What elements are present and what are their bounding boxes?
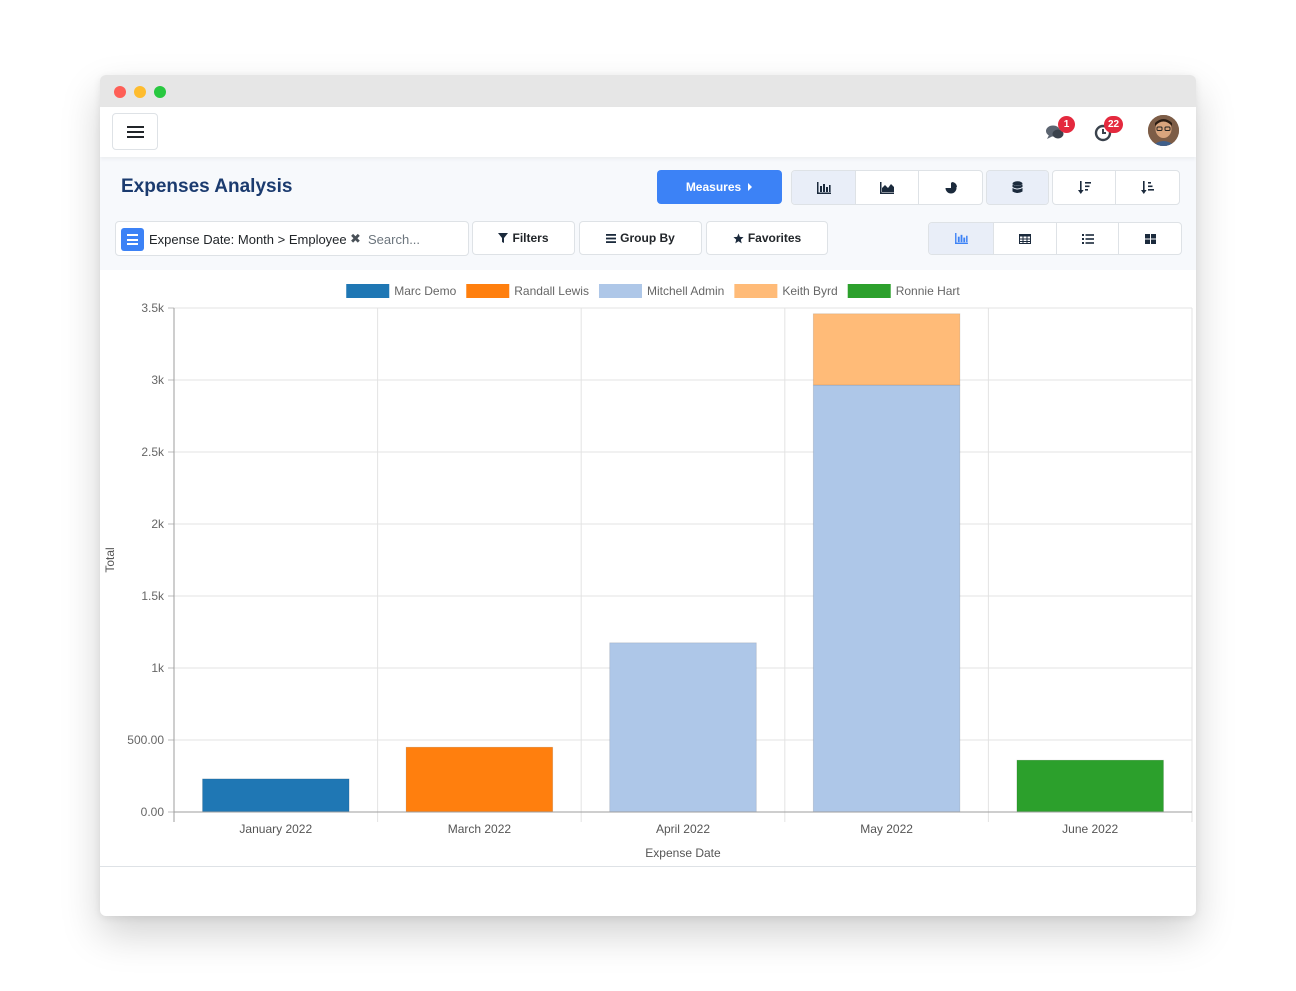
chart-legend: Marc Demo Randall Lewis Mitchell Admin Keit… [346, 284, 960, 298]
favorites-label: Favorites [747, 231, 802, 245]
hamburger-menu-button[interactable] [112, 113, 158, 150]
y-tick-label: 1.5k [141, 589, 165, 603]
search-bar: Expense Date: Month > Employee ✖ [115, 221, 469, 256]
y-tick-label: 0.00 [141, 805, 165, 819]
legend-swatch-mitchell-admin [598, 284, 642, 298]
kanban-view-button[interactable] [1119, 223, 1181, 254]
messages-badge: 1 [1058, 116, 1075, 133]
star-icon [733, 232, 744, 243]
group-by-button[interactable]: Group By [579, 221, 702, 255]
bar-april-2022-mitchell-admin [609, 642, 757, 813]
graph-view: 0.00 500.00 1k 1.5k 2k 2.5k 3k 3.5k January 2022… [100, 270, 1196, 866]
hamburger-icon-bar [127, 131, 144, 133]
control-panel: Expenses Analysis Measures Expense Date:… [100, 157, 1196, 270]
expenses-bar-chart: 0.00 500.00 1k 1.5k 2k 2.5k 3k 3.5k January 2022… [103, 284, 1193, 860]
stacked-button[interactable] [987, 171, 1048, 204]
x-axis-title: Expense Date [645, 846, 721, 860]
caret-right-icon [748, 183, 753, 191]
window-titlebar [100, 75, 1196, 107]
bar-chart-button[interactable] [792, 171, 856, 204]
sort-group [1052, 170, 1180, 205]
table-icon [1019, 233, 1031, 244]
y-tick-label: 500.00 [127, 733, 164, 747]
pie-chart-button[interactable] [919, 171, 982, 204]
hamburger-icon-bar [127, 136, 144, 138]
user-avatar-image [1148, 115, 1179, 146]
legend-label-randall-lewis: Randall Lewis [514, 284, 589, 298]
window-close-button[interactable] [114, 86, 126, 98]
group-by-label: Group By [620, 231, 675, 245]
legend-label-keith-byrd: Keith Byrd [782, 284, 837, 298]
activities-badge: 22 [1104, 116, 1124, 133]
filters-button[interactable]: Filters [472, 221, 575, 255]
bar-may-2022-mitchell-admin [812, 384, 961, 813]
filters-label: Filters [512, 231, 549, 245]
list-icon-line [127, 234, 138, 236]
user-avatar[interactable] [1148, 115, 1179, 146]
browser-window: 1 22 Expenses Analysis Measures Expense … [100, 75, 1196, 916]
x-tick-label: June 2022 [1062, 822, 1118, 836]
window-maximize-button[interactable] [154, 86, 166, 98]
pie-chart-icon [945, 181, 957, 193]
list-view-button[interactable] [1057, 223, 1119, 254]
x-tick-label: March 2022 [448, 822, 512, 836]
legend-swatch-ronnie-hart [847, 284, 891, 298]
bar-june-2022-ronnie-hart [1016, 759, 1164, 813]
bar-march-2022-randall-lewis [405, 746, 554, 813]
stacked-toggle-group [986, 170, 1049, 205]
view-switcher [928, 222, 1182, 255]
sort-ascending-button[interactable] [1116, 171, 1179, 204]
list-icon-line [127, 238, 138, 241]
page-title: Expenses Analysis [121, 176, 293, 197]
pivot-view-button[interactable] [994, 223, 1057, 254]
legend-swatch-randall-lewis [466, 284, 510, 298]
database-icon [1012, 181, 1023, 193]
filter-icon [498, 233, 509, 243]
area-chart-icon [880, 181, 894, 194]
graph-view-button[interactable] [929, 223, 994, 254]
legend-label-ronnie-hart: Ronnie Hart [896, 284, 961, 298]
search-facet-label: Expense Date: Month > Employee [149, 232, 347, 247]
bars-icon [606, 233, 617, 243]
y-tick-label: 2k [151, 517, 165, 531]
bottom-divider [100, 866, 1196, 867]
window-minimize-button[interactable] [134, 86, 146, 98]
sort-ascending-icon [1141, 181, 1154, 194]
sort-descending-button[interactable] [1053, 171, 1116, 204]
chart-bars [202, 313, 1164, 813]
x-tick-label: May 2022 [860, 822, 913, 836]
y-tick-label: 3k [151, 373, 165, 387]
y-tick-label: 3.5k [141, 301, 165, 315]
y-tick-label: 1k [151, 661, 165, 675]
favorites-button[interactable]: Favorites [706, 221, 828, 255]
chart-type-group [791, 170, 983, 205]
legend-label-mitchell-admin: Mitchell Admin [647, 284, 724, 298]
facet-remove-icon[interactable]: ✖ [350, 231, 361, 247]
list-icon [1081, 233, 1094, 244]
hamburger-icon [127, 126, 144, 128]
top-navbar: 1 22 [100, 107, 1196, 157]
line-chart-button[interactable] [856, 171, 919, 204]
sort-descending-icon [1077, 181, 1091, 194]
legend-swatch-marc-demo [346, 284, 390, 298]
bar-chart-icon [816, 181, 831, 194]
list-icon-line [127, 243, 138, 245]
bar-chart-icon [954, 233, 968, 244]
y-axis-title: Total [103, 547, 117, 572]
x-tick-label: April 2022 [656, 822, 710, 836]
measures-label: Measures [685, 180, 742, 194]
legend-label-marc-demo: Marc Demo [394, 284, 456, 298]
legend-swatch-keith-byrd [734, 284, 778, 298]
x-tick-label: January 2022 [239, 822, 312, 836]
search-input[interactable] [368, 229, 464, 249]
grid-icon [1144, 233, 1156, 244]
group-by-facet-icon [121, 228, 144, 251]
bar-january-2022-marc-demo [202, 778, 350, 813]
y-tick-label: 2.5k [141, 445, 165, 459]
measures-button[interactable]: Measures [657, 170, 782, 204]
bar-may-2022-keith-byrd [812, 313, 961, 386]
